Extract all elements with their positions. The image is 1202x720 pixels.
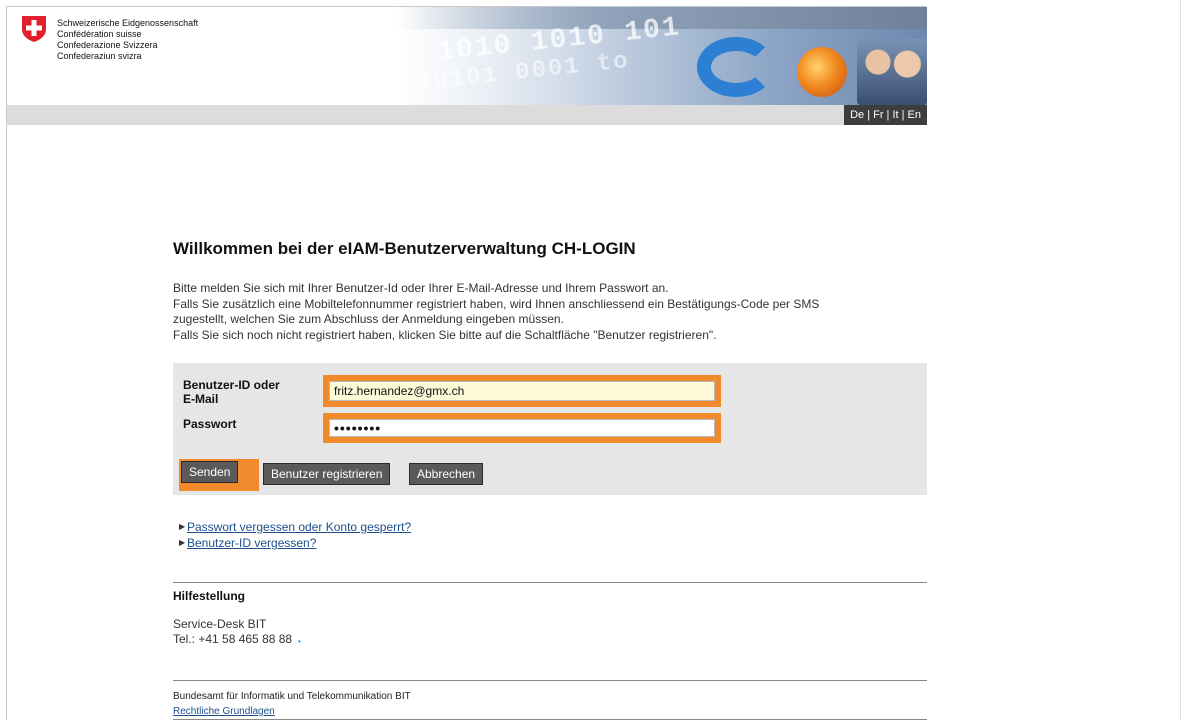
browser-logo-icon — [697, 37, 775, 97]
language-switch[interactable]: De | Fr | It | En — [844, 105, 927, 125]
link-item: ▶ Benutzer-ID vergessen? — [179, 535, 411, 551]
help-links: ▶ Passwort vergessen oder Konto gesperrt… — [179, 519, 411, 551]
user-id-label-line2: E-Mail — [183, 392, 219, 406]
divider — [173, 582, 927, 583]
header-gray-bar — [7, 105, 927, 125]
page-frame: Schweizerische Eidgenossenschaft Confédé… — [6, 6, 927, 720]
forgot-password-link[interactable]: Passwort vergessen oder Konto gesperrt? — [187, 520, 411, 534]
help-heading: Hilfestellung — [173, 589, 246, 603]
service-desk-phone-row: Tel.: +41 58 465 88 88 ◔ — [173, 632, 305, 648]
user-id-label-line1: Benutzer-ID oder — [183, 378, 280, 392]
banner-people-image — [857, 39, 927, 105]
confederation-name-rm: Confederaziun svizra — [57, 51, 142, 61]
confederation-name-it: Confederazione Svizzera — [57, 40, 158, 50]
intro-line: zugestellt, welchen Sie zum Abschluss de… — [173, 312, 564, 326]
service-desk-name: Service-Desk BIT — [173, 617, 267, 631]
intro-line: Falls Sie sich noch nicht registriert ha… — [173, 327, 717, 342]
confederation-name-fr: Confédération suisse — [57, 29, 142, 39]
cancel-button[interactable]: Abbrechen — [409, 463, 484, 485]
intro-line: Bitte melden Sie sich mit Ihrer Benutzer… — [173, 281, 669, 295]
confederation-names: Schweizerische Eidgenossenschaft Confédé… — [57, 18, 198, 62]
legal-basis-link[interactable]: Rechtliche Grundlagen — [173, 706, 275, 717]
link-item: ▶ Passwort vergessen oder Konto gesperrt… — [179, 519, 411, 535]
skype-call-icon[interactable]: ◔ — [295, 635, 305, 648]
help-contact: Service-Desk BIT Tel.: +41 58 465 88 88 … — [173, 617, 305, 648]
triangle-right-icon: ▶ — [179, 522, 186, 531]
footer: Bundesamt für Informatik und Telekommuni… — [173, 689, 411, 719]
login-form: Benutzer-ID oder E-Mail Passwort Senden … — [173, 363, 927, 495]
password-label: Passwort — [183, 417, 237, 431]
header-banner-image: 1010 1010 101 10101 0001 to — [397, 7, 927, 105]
send-button[interactable]: Senden — [181, 461, 239, 483]
user-id-input[interactable] — [329, 381, 715, 401]
user-id-label: Benutzer-ID oder E-Mail — [183, 378, 313, 406]
page-title: Willkommen bei der eIAM-Benutzerverwaltu… — [173, 239, 636, 258]
page-edge-line — [1180, 0, 1181, 720]
password-input[interactable] — [329, 419, 715, 437]
send-button-highlight: Senden — [179, 459, 259, 491]
swiss-cross-icon — [22, 16, 46, 42]
triangle-right-icon: ▶ — [179, 538, 186, 547]
user-id-field-highlight — [323, 375, 721, 407]
register-user-button[interactable]: Benutzer registrieren — [263, 463, 391, 485]
firefox-logo-icon — [797, 47, 847, 97]
confederation-name-de: Schweizerische Eidgenossenschaft — [57, 18, 199, 28]
intro-text: Bitte melden Sie sich mit Ihrer Benutzer… — [173, 281, 913, 343]
forgot-userid-link[interactable]: Benutzer-ID vergessen? — [187, 536, 316, 550]
intro-line: Falls Sie zusätzlich eine Mobiltelefonnu… — [173, 296, 820, 311]
footer-office: Bundesamt für Informatik und Telekommuni… — [173, 691, 411, 702]
divider — [173, 680, 927, 681]
header: Schweizerische Eidgenossenschaft Confédé… — [7, 7, 927, 125]
service-desk-phone: Tel.: +41 58 465 88 88 — [173, 632, 293, 646]
password-field-highlight — [323, 413, 721, 443]
